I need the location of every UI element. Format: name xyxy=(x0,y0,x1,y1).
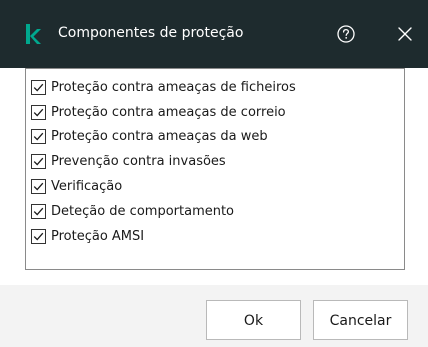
cancel-button[interactable]: Cancelar xyxy=(313,300,408,340)
help-icon[interactable] xyxy=(336,24,356,44)
checkmark-icon xyxy=(33,133,44,142)
component-list-item[interactable]: Prevenção contra invasões xyxy=(26,149,404,174)
component-label: Prevenção contra invasões xyxy=(51,154,226,170)
component-checkbox[interactable] xyxy=(31,228,46,244)
close-icon[interactable] xyxy=(396,25,414,43)
kaspersky-logo-icon xyxy=(25,23,41,45)
dialog-footer: Ok Cancelar xyxy=(0,285,428,347)
component-list-item[interactable]: Proteção contra ameaças de ficheiros xyxy=(26,75,404,100)
ok-button[interactable]: Ok xyxy=(206,300,301,340)
component-checkbox[interactable] xyxy=(31,179,46,195)
component-list-item[interactable]: Deteção de comportamento xyxy=(26,199,404,224)
component-checkbox[interactable] xyxy=(31,129,46,145)
component-label: Proteção contra ameaças de correio xyxy=(51,104,286,120)
dialog-title: Componentes de proteção xyxy=(58,25,244,41)
components-list: Proteção contra ameaças de ficheiros Prot… xyxy=(25,68,405,270)
component-checkbox[interactable] xyxy=(31,104,46,120)
component-label: Deteção de comportamento xyxy=(51,203,235,219)
title-bar: Componentes de proteção xyxy=(0,0,428,68)
protection-components-dialog: Componentes de proteção Proteção contra … xyxy=(0,0,428,347)
component-list-item[interactable]: Verificação xyxy=(26,174,404,199)
checkmark-icon xyxy=(33,182,44,191)
checkmark-icon xyxy=(33,207,44,216)
component-label: Verificação xyxy=(51,179,123,195)
component-checkbox[interactable] xyxy=(31,154,46,170)
checkmark-icon xyxy=(33,83,44,92)
checkmark-icon xyxy=(33,108,44,117)
checkmark-icon xyxy=(33,232,44,241)
component-checkbox[interactable] xyxy=(31,79,46,95)
checkmark-icon xyxy=(33,158,44,166)
component-label: Proteção contra ameaças da web xyxy=(51,129,268,145)
component-list-item[interactable]: Proteção contra ameaças de correio xyxy=(26,100,404,125)
component-label: Proteção contra ameaças de ficheiros xyxy=(51,79,296,95)
component-list-item[interactable]: Proteção AMSI xyxy=(26,224,404,249)
component-checkbox[interactable] xyxy=(31,203,46,219)
component-list-item[interactable]: Proteção contra ameaças da web xyxy=(26,125,404,150)
component-label: Proteção AMSI xyxy=(51,228,145,244)
